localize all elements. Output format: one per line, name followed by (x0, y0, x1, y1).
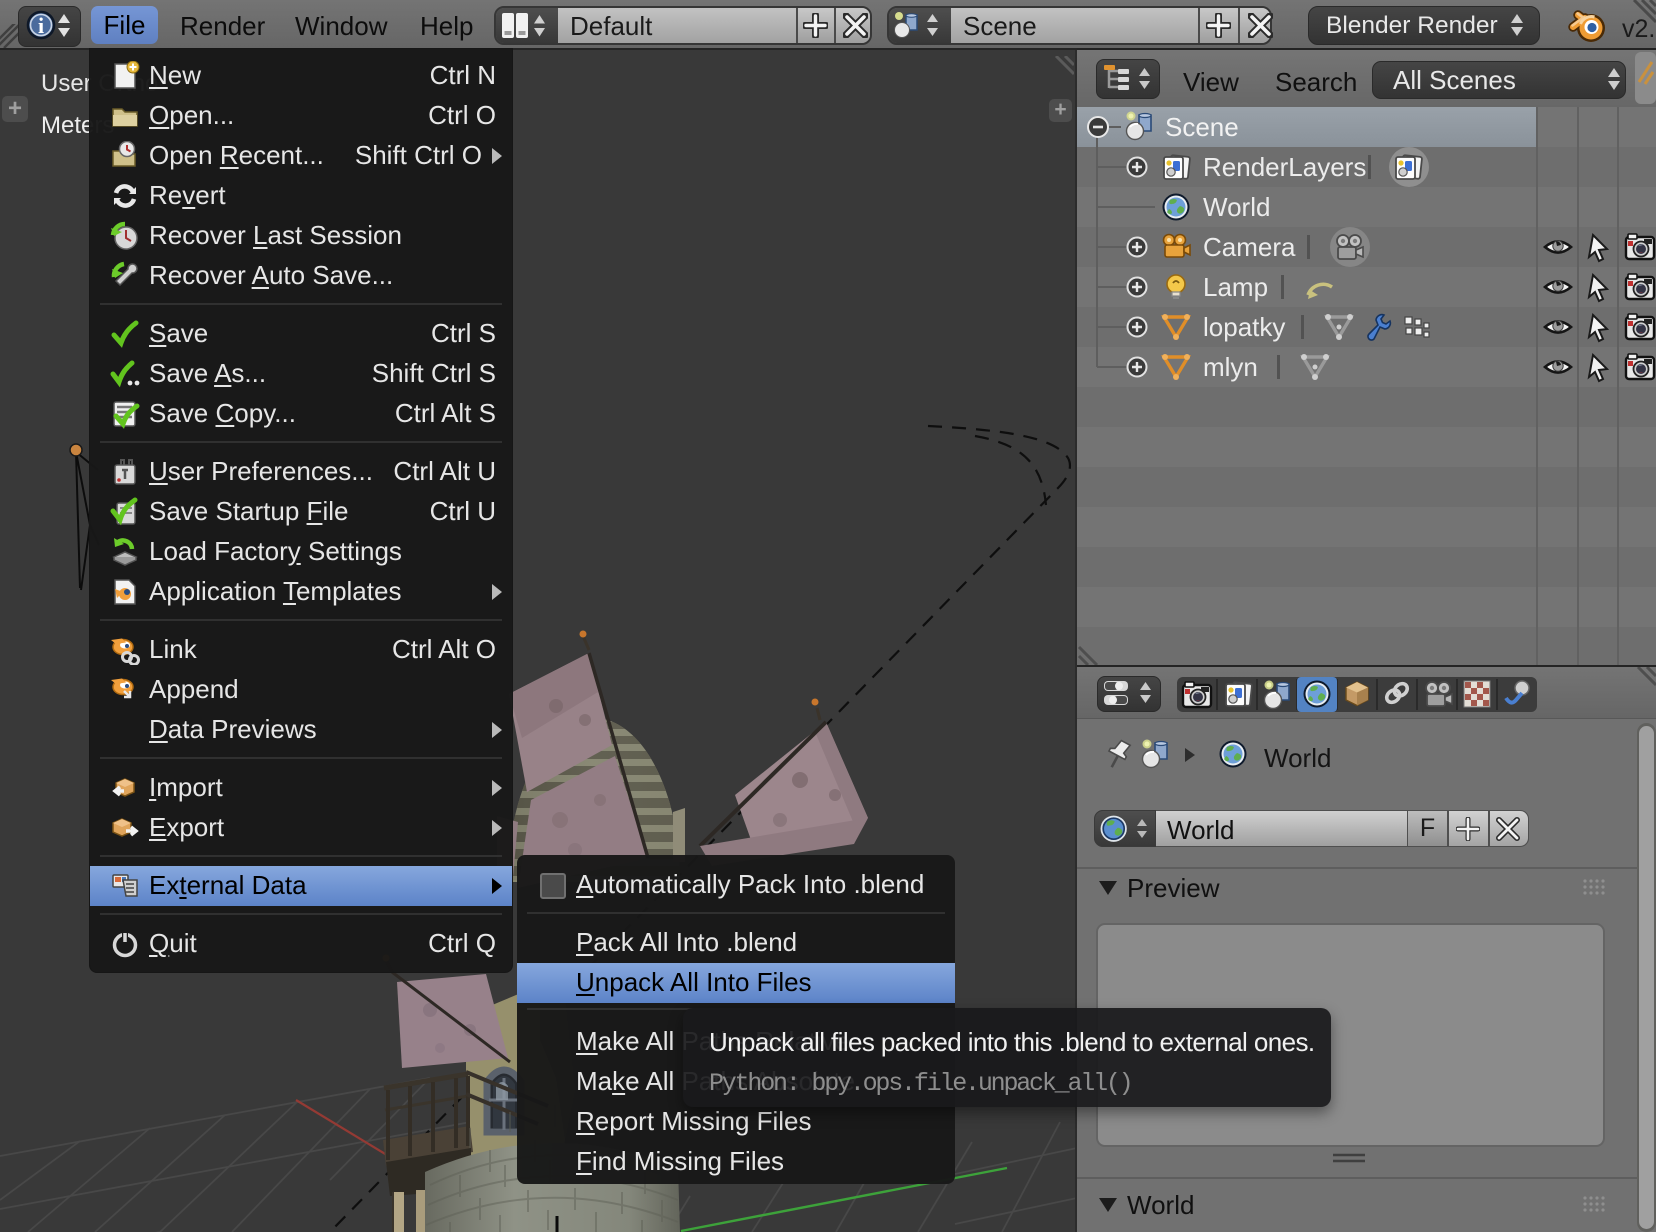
svg-text:i: i (38, 13, 44, 38)
